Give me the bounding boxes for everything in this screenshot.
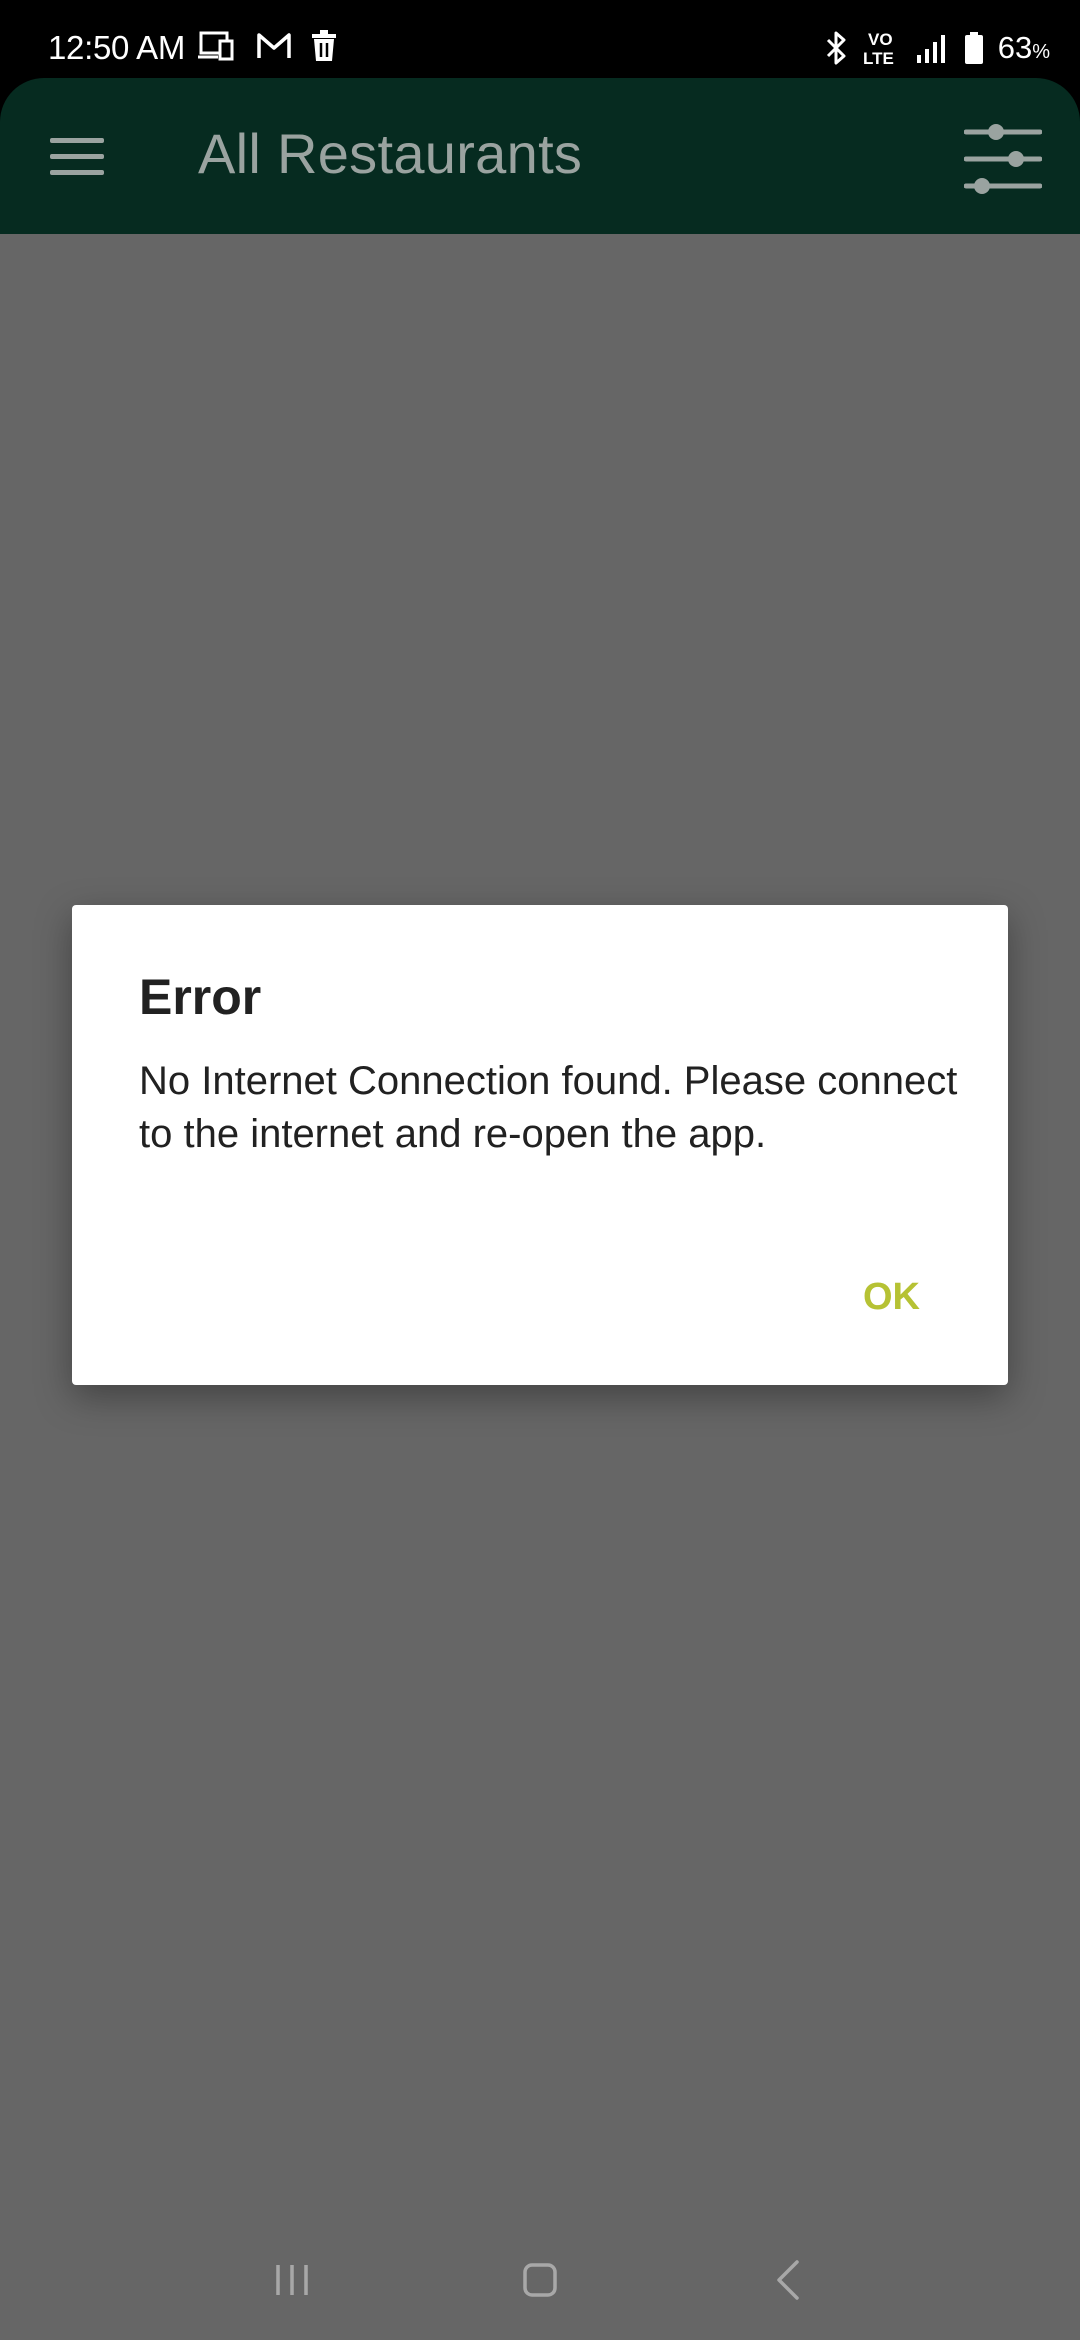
gmail-icon [256, 31, 292, 66]
dialog-title: Error [139, 969, 262, 1025]
battery-unit: % [1032, 41, 1050, 63]
ok-button[interactable]: OK [863, 1273, 920, 1321]
dialog-message: No Internet Connection found. Please con… [139, 1059, 958, 1156]
volte-bottom-text: LTE [863, 49, 894, 67]
battery-level: 63% [998, 26, 1050, 74]
battery-icon [964, 31, 984, 69]
volte-icon: VO LTE [862, 29, 902, 72]
back-icon[interactable] [758, 2250, 818, 2310]
recent-apps-icon[interactable] [262, 2250, 322, 2310]
screen-cast-icon [198, 30, 238, 67]
delete-icon [310, 30, 338, 67]
app-bar: All Restaurants [0, 78, 1080, 234]
signal-icon [916, 33, 950, 68]
status-system-icons: VO LTE 63% [824, 26, 1050, 74]
volte-top-text: VO [868, 30, 893, 49]
status-notification-icons [198, 30, 338, 67]
hamburger-menu-icon[interactable] [50, 138, 104, 176]
system-nav-bar [0, 2220, 1080, 2340]
filter-sliders-icon[interactable] [963, 120, 1043, 198]
error-dialog: Error No Internet Connection found. Plea… [72, 905, 1008, 1385]
status-time: 12:50 AM [48, 29, 186, 66]
bluetooth-icon [824, 30, 848, 71]
home-icon[interactable] [510, 2250, 570, 2310]
battery-value: 63 [997, 30, 1033, 65]
page-title: All Restaurants [198, 122, 583, 185]
